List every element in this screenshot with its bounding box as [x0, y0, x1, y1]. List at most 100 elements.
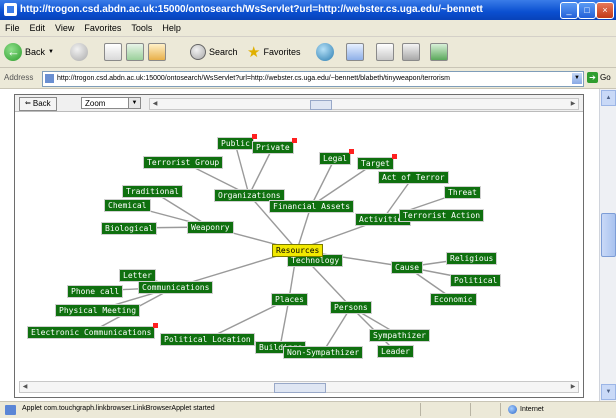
back-arrow-icon: ⇐	[25, 100, 31, 107]
print-icon	[402, 43, 420, 61]
menu-file[interactable]: File	[0, 20, 25, 36]
forward-arrow-icon	[70, 43, 88, 61]
graph-node-economic[interactable]: Economic	[430, 293, 477, 306]
address-dropdown-icon[interactable]: ▼	[572, 73, 582, 84]
close-button[interactable]: ×	[596, 2, 614, 19]
arrow-right-icon[interactable]: ▶	[568, 99, 578, 109]
graph-node-financial-assets[interactable]: Financial Assets	[269, 200, 355, 213]
graph-node-places[interactable]: Places	[271, 293, 308, 306]
search-button[interactable]: Search	[190, 42, 238, 62]
menu-favorites[interactable]: Favorites	[79, 20, 126, 36]
node-marker-icon	[153, 323, 159, 328]
menu-bar: File Edit View Favorites Tools Help	[0, 20, 616, 37]
media-icon	[316, 43, 334, 61]
graph-node-political[interactable]: Political	[450, 274, 502, 287]
menu-tools[interactable]: Tools	[126, 20, 157, 36]
graph-node-legal[interactable]: Legal	[319, 149, 355, 165]
arrow-up-icon[interactable]: ▲	[601, 90, 616, 106]
back-button[interactable]: Back ▼	[4, 42, 54, 62]
graph-hscroll[interactable]: ◀ ▶	[19, 381, 579, 393]
graph-edge	[279, 298, 290, 348]
graph-node-weaponry[interactable]: Weaponry	[187, 221, 234, 234]
graph-hscroll-thumb[interactable]	[274, 383, 326, 393]
node-marker-icon	[291, 138, 297, 143]
address-bar: Address http://trogon.csd.abdn.ac.uk:150…	[0, 68, 616, 89]
print-button[interactable]	[402, 42, 420, 62]
graph-node-terrorist-action[interactable]: Terrorist Action	[399, 209, 485, 222]
refresh-button[interactable]	[126, 42, 144, 62]
zoom-select[interactable]: Zoom ▼	[81, 97, 141, 109]
favorites-button[interactable]: ★ Favorites	[247, 42, 300, 62]
graph-node-cause[interactable]: Cause	[391, 261, 424, 274]
graph-edge	[248, 146, 274, 196]
graph-node-act-of-terror[interactable]: Act of Terror	[378, 171, 449, 184]
graph-node-electronic-communications[interactable]: Electronic Communications	[27, 323, 159, 339]
graph-node-physical-meeting[interactable]: Physical Meeting	[55, 304, 141, 317]
graph-node-private[interactable]: Private	[252, 138, 297, 154]
menu-help[interactable]: Help	[157, 20, 186, 36]
arrow-left-icon[interactable]: ◀	[150, 99, 160, 109]
go-button[interactable]: ➔ Go	[587, 72, 611, 83]
node-marker-icon	[391, 154, 397, 159]
chevron-down-icon: ▼	[48, 49, 54, 55]
window-title: http://trogon.csd.abdn.ac.uk:15000/ontos…	[20, 4, 483, 15]
messenger-icon	[430, 43, 448, 61]
graph-node-target[interactable]: Target	[357, 154, 397, 170]
touchgraph-applet: Public Private Terrorist Group Organization…	[14, 94, 584, 398]
page-vscroll-thumb[interactable]	[601, 213, 616, 257]
graph-node-threat[interactable]: Threat	[444, 186, 481, 199]
arrow-down-icon[interactable]: ▼	[601, 384, 616, 400]
graph-node-persons[interactable]: Persons	[330, 301, 372, 314]
media-button[interactable]	[316, 42, 334, 62]
home-button[interactable]	[148, 42, 166, 62]
graph-node-traditional[interactable]: Traditional	[122, 185, 183, 198]
zoom-slider[interactable]: ◀ ▶	[149, 98, 579, 110]
status-text: Applet com.touchgraph.linkbrowser.LinkBr…	[22, 405, 215, 412]
go-arrow-icon: ➔	[587, 72, 598, 83]
history-icon	[346, 43, 364, 61]
graph-node-biological[interactable]: Biological	[101, 222, 158, 235]
graph-edge	[234, 142, 250, 196]
globe-icon	[508, 405, 517, 414]
page-content: Public Private Terrorist Group Organization…	[0, 89, 616, 401]
page-icon	[45, 73, 54, 83]
address-label: Address	[4, 73, 34, 82]
node-marker-icon	[251, 134, 257, 139]
graph-node-non-sympathizer[interactable]: Non-Sympathizer	[283, 346, 364, 359]
zoom-slider-thumb[interactable]	[310, 100, 332, 110]
mail-button[interactable]	[376, 42, 394, 62]
graph-node-terrorist-group[interactable]: Terrorist Group	[143, 156, 224, 169]
ie-icon	[4, 3, 17, 16]
applet-status-icon	[5, 405, 16, 415]
arrow-right-icon[interactable]: ▶	[568, 382, 578, 392]
arrow-left-icon[interactable]: ◀	[20, 382, 30, 392]
back-arrow-icon	[4, 43, 22, 61]
graph-node-center[interactable]: Resources	[272, 244, 324, 257]
node-marker-icon	[349, 149, 355, 154]
applet-back-button[interactable]: ⇐ Back	[19, 97, 57, 111]
graph-node-religious[interactable]: Religious	[446, 252, 498, 265]
graph-node-communications[interactable]: Communications	[138, 281, 214, 294]
refresh-icon	[126, 43, 144, 61]
applet-controls: ⇐ Back Zoom ▼ ◀ ▶	[15, 95, 583, 112]
graph-node-public[interactable]: Public	[217, 134, 257, 150]
stop-button[interactable]	[104, 42, 122, 62]
graph-node-sympathizer[interactable]: Sympathizer	[369, 329, 430, 342]
address-input[interactable]: http://trogon.csd.abdn.ac.uk:15000/ontos…	[42, 71, 584, 87]
messenger-button[interactable]	[430, 42, 448, 62]
forward-button[interactable]	[70, 42, 88, 62]
page-vscroll[interactable]: ▲ ▼	[599, 89, 616, 401]
graph-node-phone-call[interactable]: Phone call	[67, 285, 124, 298]
graph-node-political-location[interactable]: Political Location	[160, 333, 255, 346]
menu-view[interactable]: View	[50, 20, 79, 36]
minimize-button[interactable]: _	[560, 2, 578, 19]
maximize-button[interactable]: □	[578, 2, 596, 19]
search-icon	[190, 44, 206, 60]
security-zone: Internet	[508, 405, 544, 414]
graph-node-chemical[interactable]: Chemical	[104, 199, 151, 212]
history-button[interactable]	[346, 42, 364, 62]
mail-icon	[376, 43, 394, 61]
toolbar: Back ▼ Search ★ Favorites	[0, 37, 616, 68]
graph-node-leader[interactable]: Leader	[377, 345, 414, 358]
menu-edit[interactable]: Edit	[25, 20, 51, 36]
